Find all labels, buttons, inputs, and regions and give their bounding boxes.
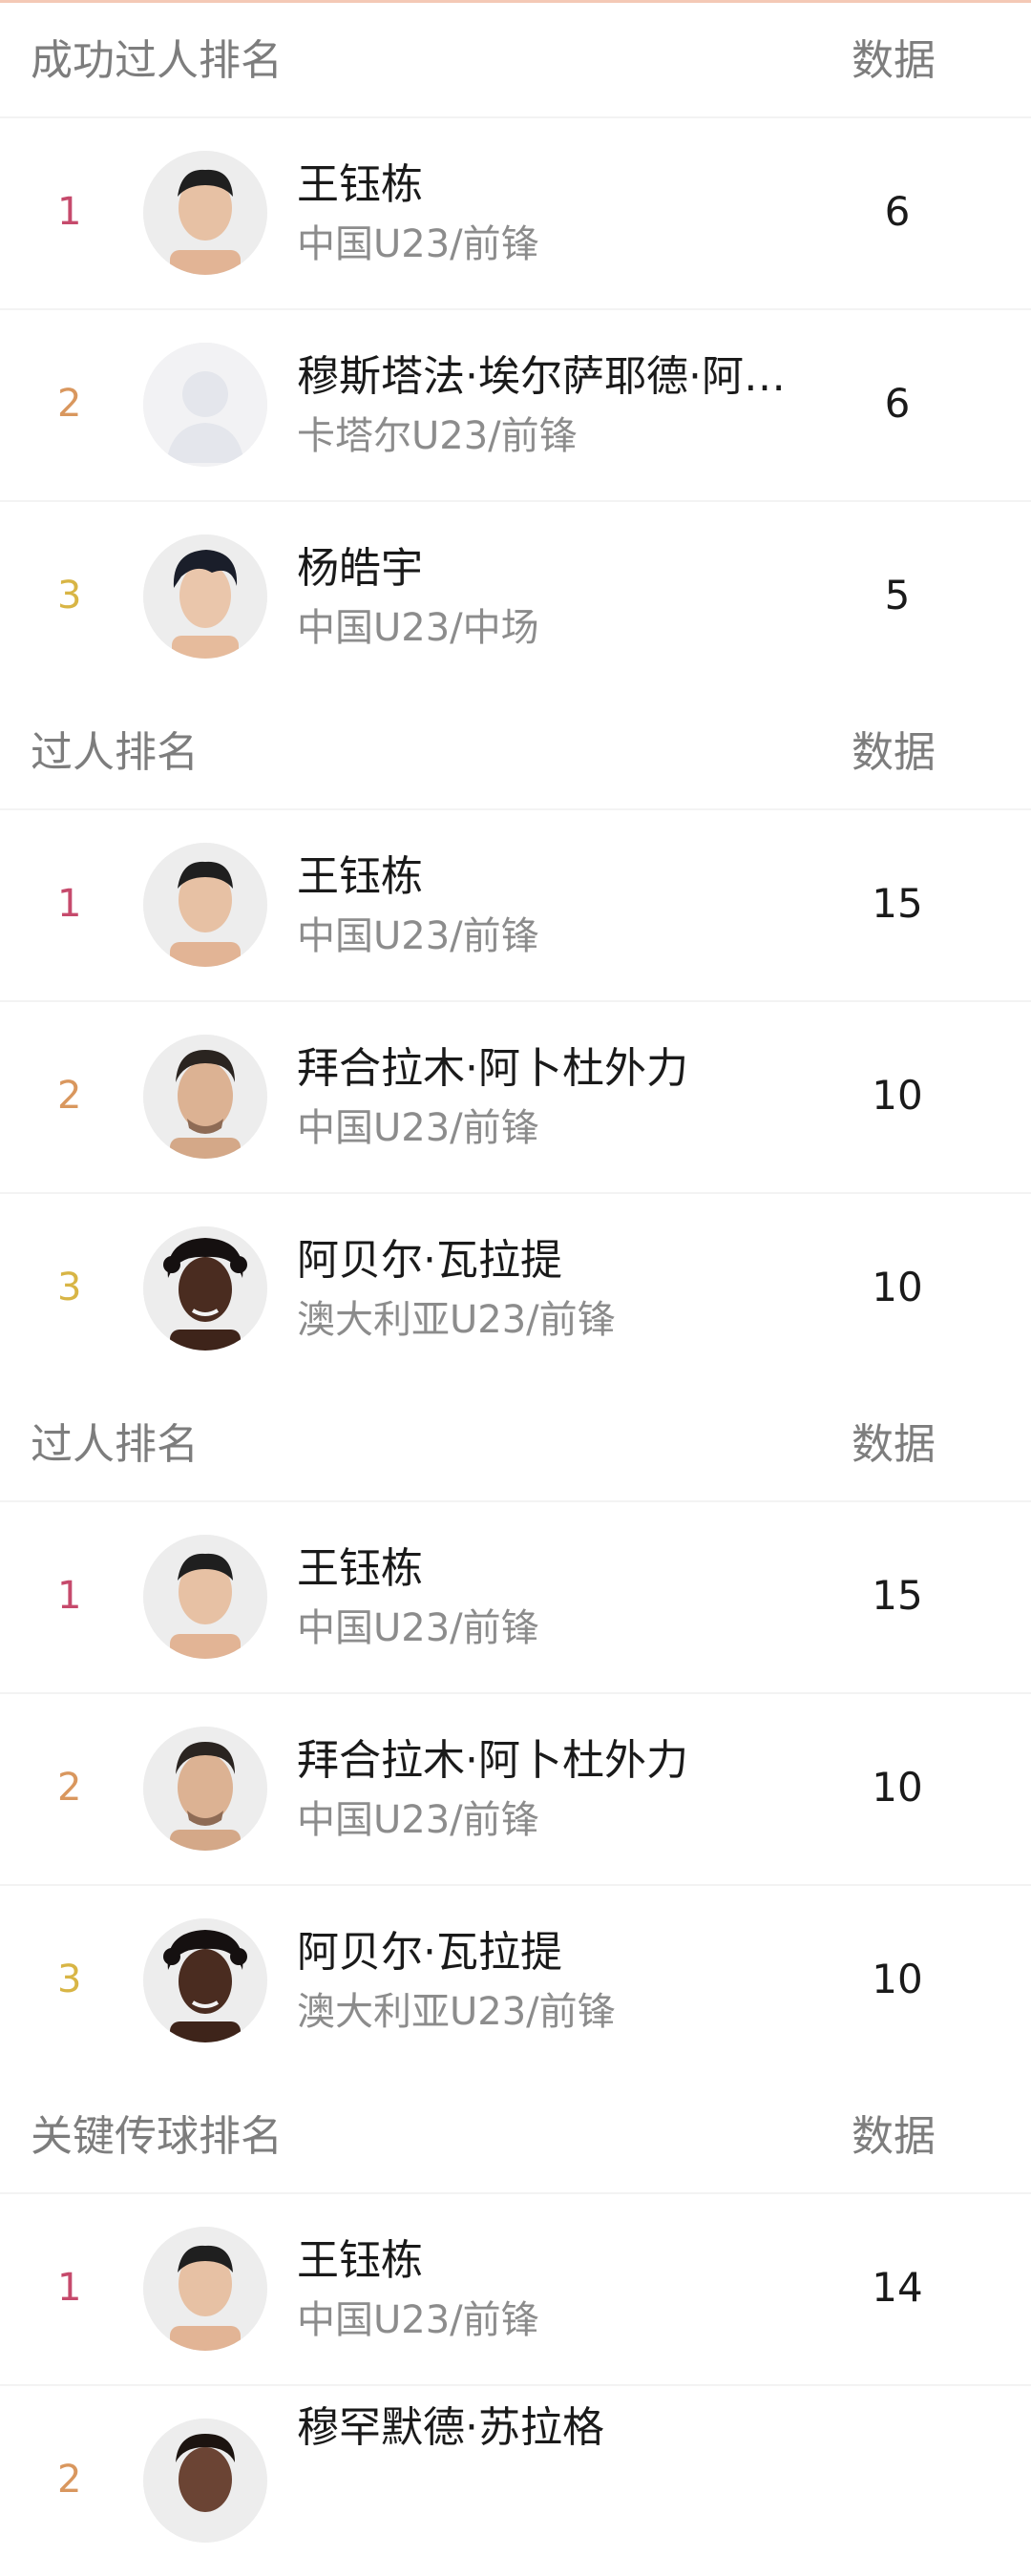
stat-value: 6 xyxy=(884,380,911,427)
player-team-position: 澳大利亚U23/前锋 xyxy=(297,1298,616,1342)
player-avatar xyxy=(143,2419,267,2543)
stat-value: 15 xyxy=(872,1572,923,1619)
player-row[interactable]: 1 王钰栋 中国U23/前锋 15 xyxy=(0,808,1031,1000)
stat-value: 15 xyxy=(872,880,923,927)
rank-number: 2 xyxy=(57,382,82,426)
section-header: 过人排名 数据 xyxy=(0,1384,1031,1500)
player-team-position: 澳大利亚U23/前锋 xyxy=(297,1990,616,2034)
player-row[interactable]: 1 王钰栋 中国U23/前锋 15 xyxy=(0,1500,1031,1692)
player-avatar xyxy=(143,1035,267,1159)
player-avatar xyxy=(143,1226,267,1351)
rank-number: 2 xyxy=(57,1766,82,1810)
rank-number: 1 xyxy=(57,882,82,926)
player-row[interactable]: 3 杨皓宇 中国U23/中场 5 xyxy=(0,500,1031,692)
player-row[interactable]: 3 阿贝尔·瓦拉提 澳大利亚U23/前锋 10 xyxy=(0,1884,1031,2076)
player-name: 王钰栋 xyxy=(297,2236,423,2285)
rank-number: 1 xyxy=(57,190,82,234)
stat-value: 10 xyxy=(872,1264,923,1310)
player-name: 阿贝尔·瓦拉提 xyxy=(297,1236,562,1285)
section-title: 成功过人排名 xyxy=(31,36,283,85)
section-dribbles-ranking-repeat: 过人排名 数据 1 王钰栋 中国U23/前锋 15 2 拜合拉木·阿卜杜外力 中… xyxy=(0,1384,1031,2076)
section-title: 过人排名 xyxy=(31,1420,199,1469)
player-name: 王钰栋 xyxy=(297,1544,423,1593)
player-avatar xyxy=(143,151,267,275)
rank-number: 2 xyxy=(57,1074,82,1118)
section-key-passes-ranking: 关键传球排名 数据 1 王钰栋 中国U23/前锋 14 2 穆罕默德·苏拉格 xyxy=(0,2076,1031,2576)
rank-number: 3 xyxy=(57,574,82,618)
player-row[interactable]: 1 王钰栋 中国U23/前锋 6 xyxy=(0,116,1031,308)
player-team-position: 中国U23/前锋 xyxy=(297,2298,539,2342)
stat-value: 10 xyxy=(872,1764,923,1811)
stat-value: 14 xyxy=(872,2264,923,2311)
stat-value: 6 xyxy=(884,188,911,235)
player-name: 王钰栋 xyxy=(297,852,423,901)
player-avatar xyxy=(143,2227,267,2351)
player-name: 穆斯塔法·埃尔萨耶德·阿… xyxy=(297,352,786,401)
player-row[interactable]: 3 阿贝尔·瓦拉提 澳大利亚U23/前锋 10 xyxy=(0,1192,1031,1384)
player-name: 杨皓宇 xyxy=(297,544,423,593)
default-person-silhouette-icon xyxy=(143,343,267,467)
player-row[interactable]: 2 拜合拉木·阿卜杜外力 中国U23/前锋 10 xyxy=(0,1692,1031,1884)
player-avatar xyxy=(143,843,267,967)
player-team-position: 中国U23/前锋 xyxy=(297,1798,539,1842)
player-name: 穆罕默德·苏拉格 xyxy=(297,2403,604,2452)
player-name: 王钰栋 xyxy=(297,160,423,209)
section-header: 成功过人排名 数据 xyxy=(0,0,1031,116)
stat-value: 5 xyxy=(884,572,911,618)
ranking-page: 成功过人排名 数据 1 王钰栋 中国U23/前锋 6 2 穆斯塔法·埃尔萨耶德·… xyxy=(0,0,1031,2543)
section-header: 过人排名 数据 xyxy=(0,692,1031,808)
section-title: 过人排名 xyxy=(31,728,199,777)
stat-value: 10 xyxy=(872,1956,923,2002)
player-avatar xyxy=(143,1727,267,1851)
data-column-label: 数据 xyxy=(852,728,936,777)
player-avatar xyxy=(143,1918,267,2042)
player-team-position: 中国U23/前锋 xyxy=(297,914,539,958)
stat-value: 10 xyxy=(872,1072,923,1119)
player-row[interactable]: 2 穆罕默德·苏拉格 xyxy=(0,2384,1031,2576)
player-avatar xyxy=(143,1535,267,1659)
player-team-position: 卡塔尔U23/前锋 xyxy=(297,414,578,458)
player-team-position: 中国U23/前锋 xyxy=(297,222,539,266)
player-row[interactable]: 2 穆斯塔法·埃尔萨耶德·阿… 卡塔尔U23/前锋 6 xyxy=(0,308,1031,500)
section-header: 关键传球排名 数据 xyxy=(0,2076,1031,2192)
player-name: 拜合拉木·阿卜杜外力 xyxy=(297,1736,688,1785)
data-column-label: 数据 xyxy=(852,36,936,85)
rank-number: 2 xyxy=(57,2458,82,2502)
data-column-label: 数据 xyxy=(852,1420,936,1469)
rank-number: 1 xyxy=(57,2266,82,2310)
rank-number: 1 xyxy=(57,1574,82,1618)
player-team-position: 中国U23/前锋 xyxy=(297,1606,539,1650)
player-team-position: 中国U23/中场 xyxy=(297,606,539,650)
rank-number: 3 xyxy=(57,1958,82,2001)
player-row[interactable]: 1 王钰栋 中国U23/前锋 14 xyxy=(0,2192,1031,2384)
player-team-position: 中国U23/前锋 xyxy=(297,1106,539,1150)
rank-number: 3 xyxy=(57,1266,82,1309)
player-name: 阿贝尔·瓦拉提 xyxy=(297,1928,562,1977)
section-dribbles-ranking: 过人排名 数据 1 王钰栋 中国U23/前锋 15 2 拜合拉木·阿卜杜外力 中… xyxy=(0,692,1031,1384)
section-title: 关键传球排名 xyxy=(31,2112,283,2161)
player-name: 拜合拉木·阿卜杜外力 xyxy=(297,1044,688,1093)
data-column-label: 数据 xyxy=(852,2112,936,2161)
player-row[interactable]: 2 拜合拉木·阿卜杜外力 中国U23/前锋 10 xyxy=(0,1000,1031,1192)
section-successful-dribbles-ranking: 成功过人排名 数据 1 王钰栋 中国U23/前锋 6 2 穆斯塔法·埃尔萨耶德·… xyxy=(0,0,1031,692)
player-avatar xyxy=(143,534,267,659)
